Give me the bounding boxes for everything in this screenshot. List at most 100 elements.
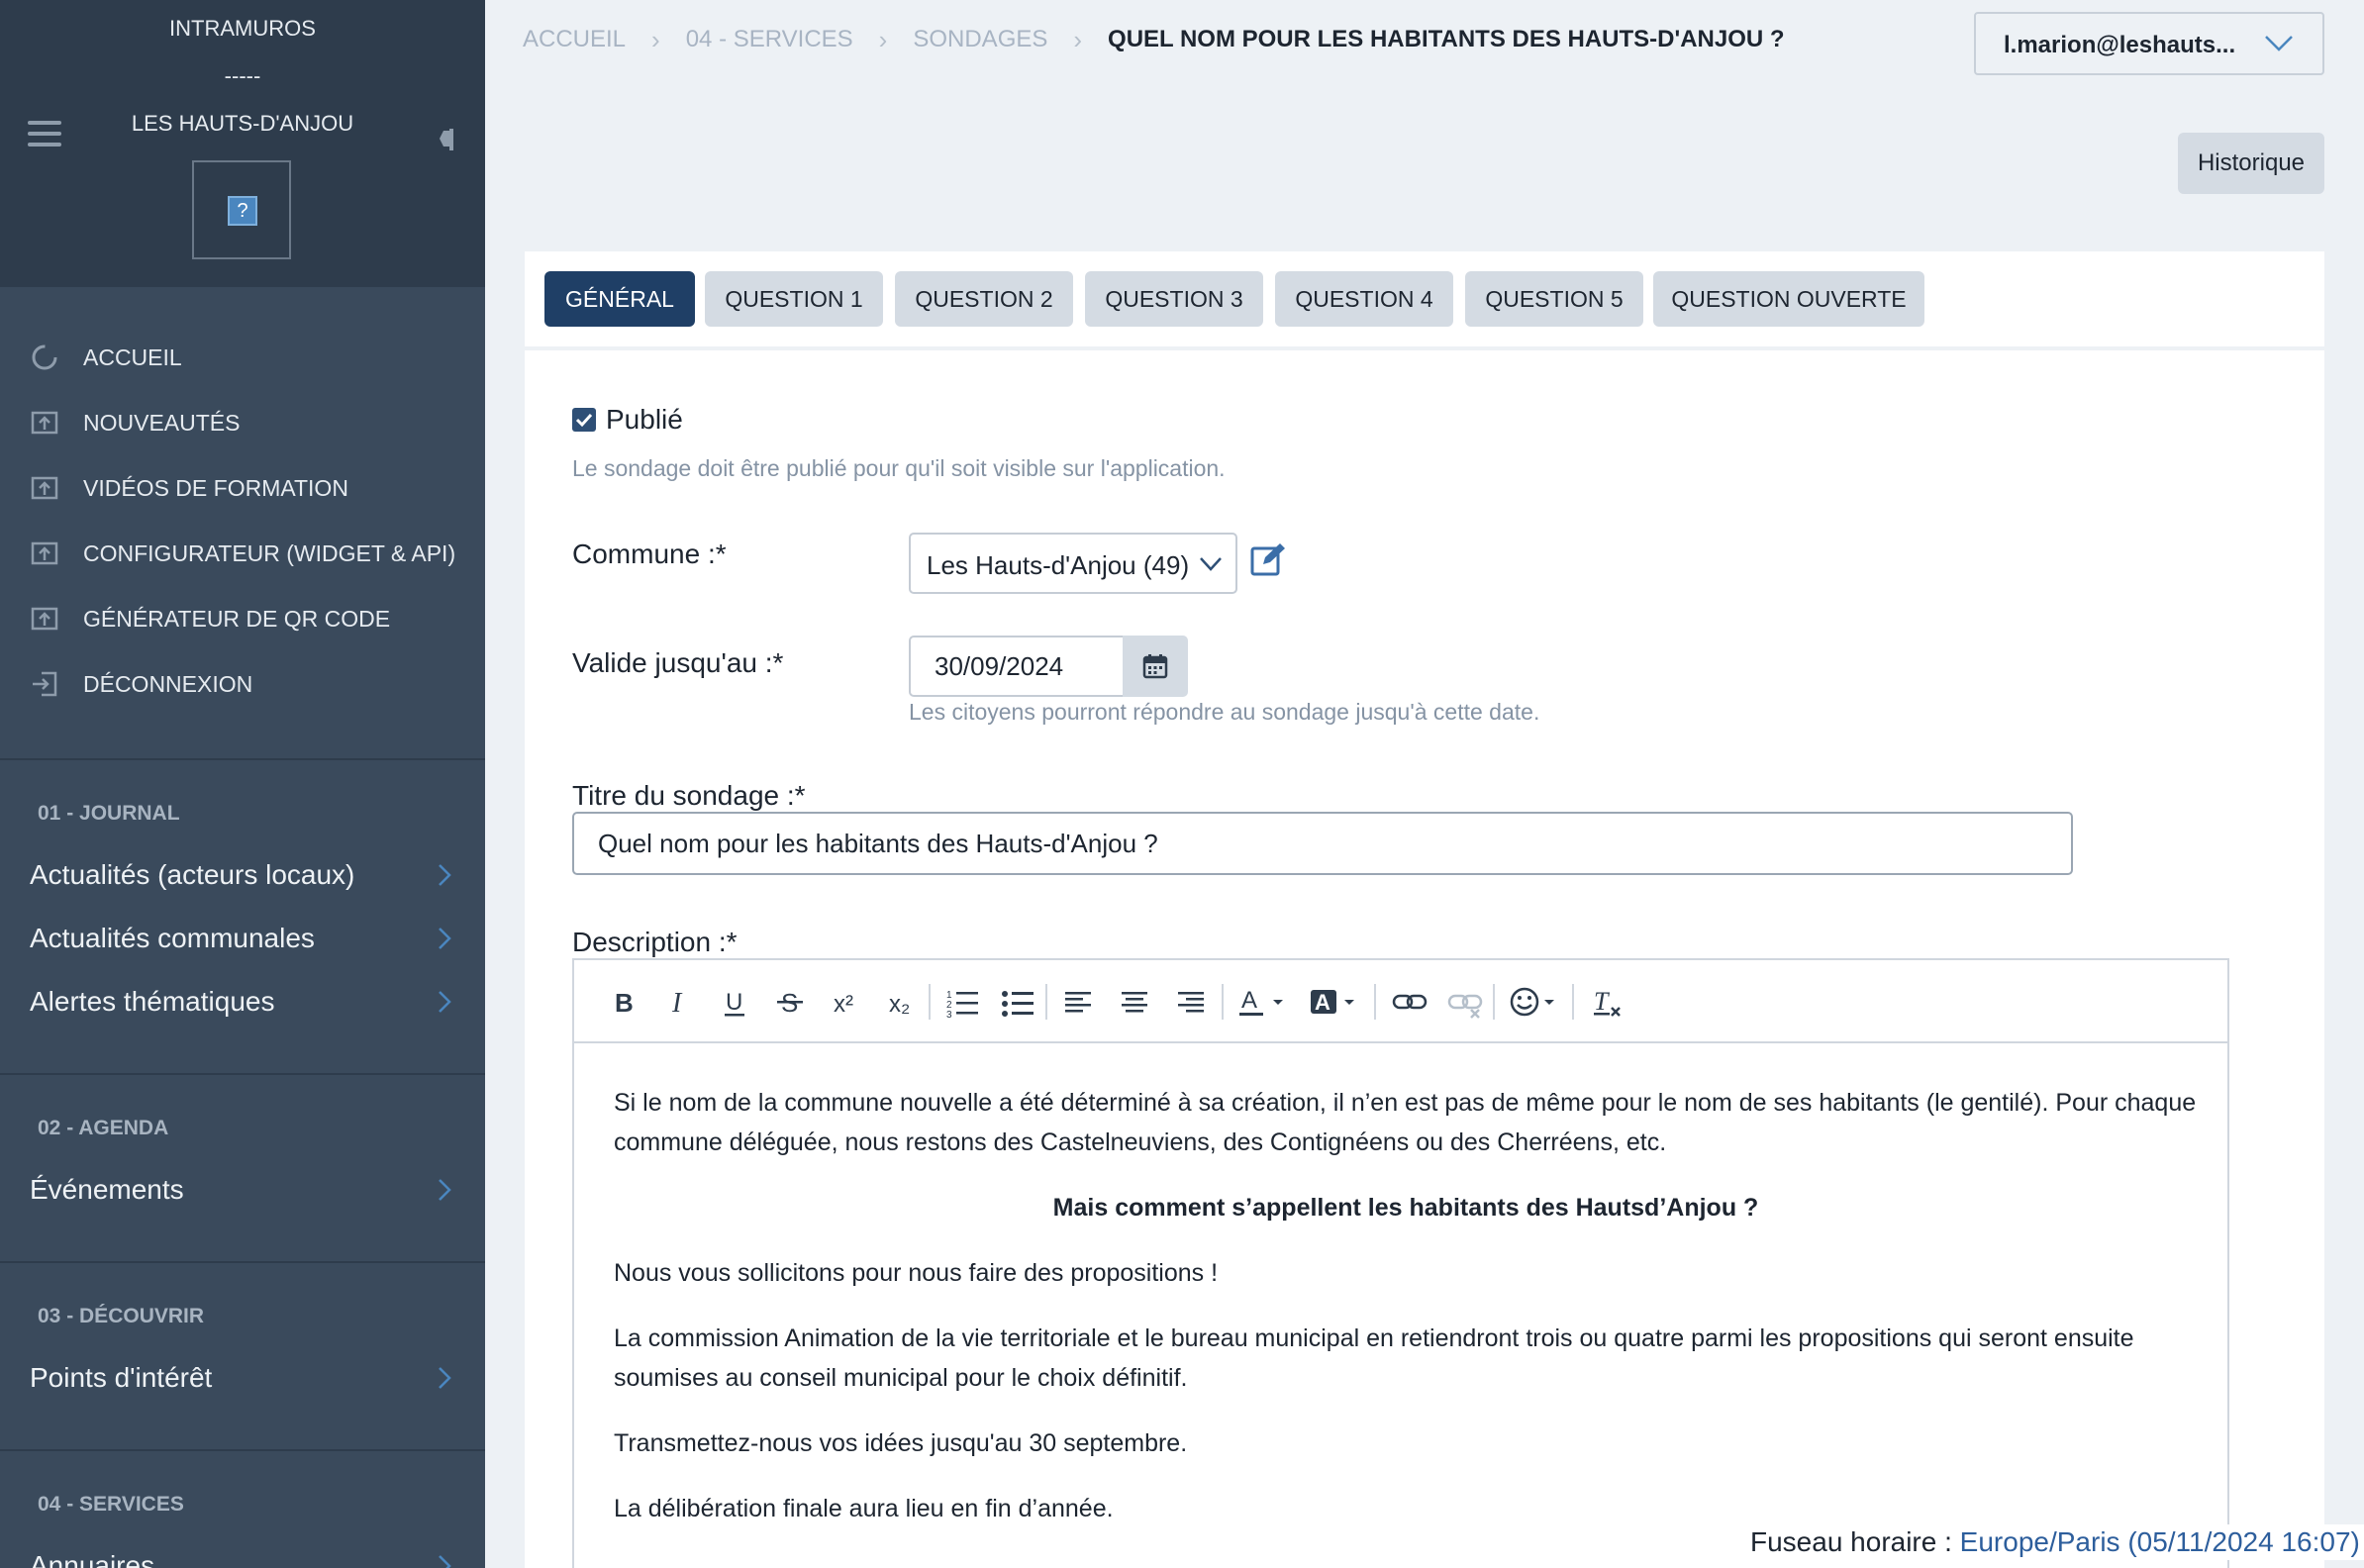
description-paragraph: La délibération finale aura lieu en fin …	[614, 1495, 1114, 1522]
published-checkbox[interactable]	[572, 408, 596, 432]
valid-until-input[interactable]	[909, 636, 1125, 697]
description-paragraph: Si le nom de la commune nouvelle a été d…	[614, 1089, 2197, 1156]
pin-icon[interactable]	[426, 125, 459, 162]
underline-icon[interactable]: U	[715, 982, 754, 1022]
description-paragraph: La commission Animation de la vie territ…	[614, 1324, 2134, 1392]
upload-box-icon	[30, 604, 59, 634]
tab-question-ouverte[interactable]: QUESTION OUVERTE	[1653, 271, 1924, 327]
background-color-icon[interactable]: A	[1309, 982, 1368, 1022]
editor-content[interactable]: Si le nom de la commune nouvelle a été d…	[614, 1083, 2198, 1554]
description-paragraph: Nous vous sollicitons pour nous faire de…	[614, 1259, 1219, 1287]
align-center-icon[interactable]	[1115, 982, 1154, 1022]
sidebar-item-evenements[interactable]: Événements	[0, 1162, 485, 1218]
toolbar-separator	[929, 984, 931, 1020]
sidebar-item-alertes[interactable]: Alertes thématiques	[0, 974, 485, 1029]
chevron-down-icon	[1198, 554, 1224, 574]
tab-general[interactable]: GÉNÉRAL	[544, 271, 695, 327]
tab-question-3[interactable]: QUESTION 3	[1085, 271, 1263, 327]
nav-label: ACCUEIL	[83, 344, 182, 370]
link-icon[interactable]	[1390, 982, 1429, 1022]
sidebar-item-annuaires[interactable]: Annuaires	[0, 1538, 485, 1568]
check-icon	[575, 413, 593, 428]
logout-icon	[30, 669, 59, 699]
emoji-icon[interactable]	[1509, 982, 1568, 1022]
valid-until-help: Les citoyens pourront répondre au sondag…	[909, 699, 1540, 725]
sidebar-header: INTRAMUROS ----- LES HAUTS-D'ANJOU ?	[0, 0, 485, 287]
font-color-icon[interactable]: A	[1237, 982, 1297, 1022]
nav-label: CONFIGURATEUR (WIDGET & API)	[83, 540, 456, 566]
nav-label: VIDÉOS DE FORMATION	[83, 475, 348, 501]
nav-item-videos[interactable]: VIDÉOS DE FORMATION	[0, 463, 485, 513]
divider	[0, 1073, 485, 1075]
nav-item-accueil[interactable]: ACCUEIL	[0, 333, 485, 382]
subscript-icon[interactable]: x₂	[881, 982, 921, 1022]
superscript-icon[interactable]: x²	[826, 982, 865, 1022]
user-menu[interactable]: l.marion@leshauts...	[1974, 12, 2324, 75]
clear-format-icon[interactable]: T	[1588, 982, 1627, 1022]
nav-item-deconnexion[interactable]: DÉCONNEXION	[0, 659, 485, 709]
calendar-icon	[1142, 654, 1168, 679]
tab-question-1[interactable]: QUESTION 1	[705, 271, 883, 327]
calendar-button[interactable]	[1123, 636, 1188, 697]
chevron-right-icon	[432, 1364, 455, 1392]
description-heading: Mais comment s’appellent les habitants d…	[1052, 1194, 1759, 1222]
align-left-icon[interactable]	[1059, 982, 1099, 1022]
breadcrumb-services[interactable]: 04 - SERVICES	[686, 26, 853, 53]
svg-text:I: I	[671, 988, 683, 1019]
menu-icon[interactable]	[28, 121, 61, 147]
edit-icon[interactable]	[1249, 540, 1287, 578]
description-paragraph: Transmettez-nous vos idées jusqu'au 30 s…	[614, 1429, 1188, 1457]
bullet-list-icon[interactable]	[998, 982, 1037, 1022]
breadcrumb-accueil[interactable]: ACCUEIL	[523, 26, 626, 53]
toolbar-separator	[1222, 984, 1224, 1020]
nav-item-qr-code[interactable]: GÉNÉRATEUR DE QR CODE	[0, 594, 485, 643]
section-title-decouvrir: 03 - DÉCOUVRIR	[38, 1305, 205, 1327]
chevron-right-icon	[432, 1176, 455, 1204]
loading-circle-icon	[30, 343, 59, 372]
breadcrumb-sondages[interactable]: SONDAGES	[913, 26, 1047, 53]
upload-box-icon	[30, 408, 59, 438]
historique-button[interactable]: Historique	[2178, 133, 2324, 194]
sidebar-item-actualites-communales[interactable]: Actualités communales	[0, 911, 485, 966]
section-title-services: 04 - SERVICES	[38, 1493, 184, 1516]
placeholder-image-icon: ?	[228, 196, 257, 226]
svg-text:U: U	[726, 989, 742, 1016]
numbered-list-icon[interactable]: 123	[942, 982, 982, 1022]
svg-text:A: A	[1315, 990, 1330, 1015]
unlink-icon[interactable]	[1445, 982, 1485, 1022]
bold-icon[interactable]: B	[604, 982, 643, 1022]
upload-box-icon	[30, 539, 59, 568]
tab-question-2[interactable]: QUESTION 2	[895, 271, 1073, 327]
description-editor[interactable]: B I U S x² x₂ 123 A A T Si le nom de la …	[572, 958, 2229, 1568]
sidebar-item-points-interet[interactable]: Points d'intérêt	[0, 1350, 485, 1406]
toolbar-separator	[1045, 984, 1047, 1020]
timezone-footer: Fuseau horaire : Europe/Paris (05/11/202…	[1744, 1524, 2364, 1560]
nav-item-nouveautes[interactable]: NOUVEAUTÉS	[0, 398, 485, 447]
chevron-right-icon: ›	[878, 24, 888, 54]
published-label: Publié	[606, 404, 683, 435]
chevron-right-icon	[432, 925, 455, 952]
svg-text:T: T	[1594, 987, 1610, 1016]
title-input[interactable]	[572, 812, 2073, 875]
align-right-icon[interactable]	[1170, 982, 1210, 1022]
nav-item-configurateur[interactable]: CONFIGURATEUR (WIDGET & API)	[0, 529, 485, 578]
sidebar-item-label: Actualités communales	[30, 923, 315, 953]
timezone-label: Fuseau horaire :	[1750, 1526, 1960, 1557]
section-title-journal: 01 - JOURNAL	[38, 802, 180, 825]
divider	[0, 1449, 485, 1451]
divider	[0, 1261, 485, 1263]
tabs-bar: GÉNÉRAL QUESTION 1 QUESTION 2 QUESTION 3…	[525, 251, 2324, 350]
brand-separator: -----	[224, 63, 261, 88]
sidebar-item-label: Alertes thématiques	[30, 986, 275, 1017]
tab-question-4[interactable]: QUESTION 4	[1275, 271, 1453, 327]
commune-select[interactable]: Les Hauts-d'Anjou (49)	[909, 533, 1237, 594]
divider	[0, 758, 485, 760]
strikethrough-icon[interactable]: S	[770, 982, 810, 1022]
timezone-link[interactable]: Europe/Paris (05/11/2024 16:07)	[1960, 1526, 2360, 1557]
commune-logo: ?	[192, 160, 291, 259]
tab-question-5[interactable]: QUESTION 5	[1465, 271, 1643, 327]
sidebar-item-actualites-acteurs[interactable]: Actualités (acteurs locaux)	[0, 847, 485, 903]
italic-icon[interactable]: I	[659, 982, 699, 1022]
commune-value: Les Hauts-d'Anjou (49)	[927, 550, 1190, 580]
sidebar-item-label: Actualités (acteurs locaux)	[30, 859, 355, 890]
